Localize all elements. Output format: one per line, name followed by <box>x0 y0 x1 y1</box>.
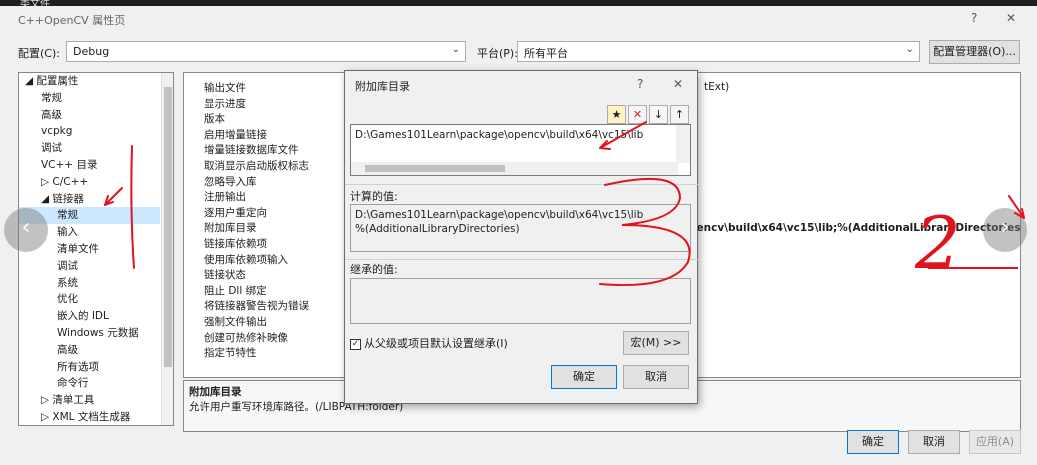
tree-item[interactable]: 所有选项 <box>19 359 160 376</box>
inherited-label: 继承的值: <box>350 263 398 276</box>
additional-library-dialog: 附加库目录 ? ✕ ★ ✕ ↓ ↑ D:\Games101Learn\packa… <box>344 70 699 404</box>
property-name: 忽略导入库 <box>204 175 257 188</box>
dialog-ok-button[interactable]: 确定 <box>551 365 617 389</box>
platform-dropdown[interactable]: 所有平台 ⌄ <box>517 41 920 62</box>
tree-item[interactable]: 系统 <box>19 275 160 292</box>
property-name: 逐用户重定向 <box>204 206 267 219</box>
list-horizontal-thumb[interactable] <box>365 165 505 172</box>
property-name: 将链接器警告视为错误 <box>204 300 309 313</box>
property-name: 显示进度 <box>204 97 246 110</box>
tree-item[interactable]: ▷ C/C++ <box>19 174 160 191</box>
directory-list[interactable]: D:\Games101Learn\package\opencv\build\x6… <box>350 124 691 176</box>
tree-item[interactable]: Windows 元数据 <box>19 325 160 342</box>
inherit-checkbox[interactable]: ✓ 从父级或项目默认设置继承(I) <box>350 335 508 351</box>
computed-line-2: %(AdditionalLibraryDirectories) <box>355 223 520 235</box>
computed-line-1: D:\Games101Learn\package\opencv\build\x6… <box>355 209 644 221</box>
platform-value: 所有平台 <box>524 47 568 60</box>
tree-item[interactable]: VC++ 目录 <box>19 157 160 174</box>
separator <box>345 184 699 185</box>
tree-item[interactable]: 优化 <box>19 291 160 308</box>
tree-item[interactable]: ◢ 配置属性 <box>19 73 160 90</box>
move-down-icon[interactable]: ↓ <box>649 105 668 124</box>
tree-item[interactable]: ◢ 链接器 <box>19 191 160 208</box>
tree-item[interactable]: ▷ XML 文档生成器 <box>19 409 160 425</box>
config-dropdown[interactable]: Debug ⌄ <box>66 41 466 62</box>
config-value: Debug <box>73 45 110 58</box>
tree-item[interactable]: 嵌入的 IDL <box>19 308 160 325</box>
property-name: 取消显示启动版权标志 <box>204 160 309 172</box>
previous-image-arrow-icon[interactable]: ‹ <box>4 208 48 252</box>
property-name: 增量链接数据库文件 <box>204 144 299 157</box>
window-title: C++OpenCV 属性页 <box>18 14 126 27</box>
tree-scrollbar[interactable] <box>161 73 173 425</box>
new-folder-icon[interactable]: ★ <box>607 105 626 124</box>
property-value[interactable]: pencv\build\x64\vc15\lib;%(AdditionalLib… <box>689 221 1020 237</box>
apply-button[interactable]: 应用(A) <box>969 430 1021 454</box>
move-up-icon[interactable]: ↑ <box>670 105 689 124</box>
tree-item[interactable]: 调试 <box>19 140 160 157</box>
tree-item[interactable]: 高级 <box>19 107 160 124</box>
property-name: 输出文件 <box>204 82 246 94</box>
config-manager-button[interactable]: 配置管理器(O)... <box>929 40 1020 64</box>
property-name: 附加库目录 <box>204 222 257 235</box>
category-tree[interactable]: ◢ 配置属性 常规 高级 vcpkg 调试 VC++ 目录 ▷ C/C++ ◢ 链接器 常规 输入… <box>18 72 174 426</box>
config-label: 配置(C): <box>18 47 60 60</box>
property-name: 强制文件输出 <box>204 316 267 328</box>
property-name: 阻止 Dll 绑定 <box>204 284 267 297</box>
delete-icon[interactable]: ✕ <box>628 105 647 124</box>
tree-item[interactable]: 常规 <box>19 90 160 107</box>
macro-button[interactable]: 宏(M) >> <box>623 331 689 355</box>
separator <box>345 259 699 260</box>
inherited-values-box <box>350 278 691 324</box>
property-name: 链接库依赖项 <box>204 238 267 250</box>
property-name: 指定节特性 <box>204 347 257 360</box>
close-button[interactable]: ✕ <box>1006 11 1016 25</box>
tree-scrollbar-thumb[interactable] <box>164 87 172 367</box>
tree-item[interactable]: 调试 <box>19 258 160 275</box>
first-row-value-tail: tExt) <box>704 81 730 93</box>
computed-label: 计算的值: <box>350 190 398 203</box>
chevron-down-icon: ⌄ <box>451 44 460 55</box>
inherit-checkbox-label: 从父级或项目默认设置继承(I) <box>364 337 508 350</box>
list-vertical-scrollbar[interactable] <box>676 125 690 163</box>
property-name: 启用增量链接 <box>204 128 267 141</box>
dialog-title: 附加库目录 <box>355 80 410 93</box>
dialog-help-button[interactable]: ? <box>637 77 643 91</box>
tree-item[interactable]: vcpkg <box>19 123 160 140</box>
tree-item[interactable]: 命令行 <box>19 375 160 392</box>
platform-label: 平台(P): <box>477 47 518 60</box>
list-horizontal-scrollbar[interactable] <box>351 162 678 175</box>
next-image-arrow-icon[interactable]: › <box>983 208 1027 252</box>
help-button[interactable]: ? <box>971 11 977 25</box>
cancel-button[interactable]: 取消 <box>908 430 960 454</box>
tree-item[interactable]: 高级 <box>19 342 160 359</box>
property-name: 使用库依赖项输入 <box>204 253 288 266</box>
ok-button[interactable]: 确定 <box>847 430 899 454</box>
property-name: 链接状态 <box>204 269 246 282</box>
chevron-down-icon: ⌄ <box>905 44 914 55</box>
dialog-close-button[interactable]: ✕ <box>673 77 683 91</box>
directory-entry[interactable]: D:\Games101Learn\package\opencv\build\x6… <box>355 129 643 141</box>
property-name: 注册输出 <box>204 191 246 204</box>
checkbox-check-icon[interactable]: ✓ <box>350 338 361 350</box>
property-name: 创建可热修补映像 <box>204 331 288 344</box>
computed-values-box: D:\Games101Learn\package\opencv\build\x6… <box>350 204 691 252</box>
dialog-cancel-button[interactable]: 取消 <box>623 365 689 389</box>
tree-item[interactable]: ▷ 清单工具 <box>19 392 160 409</box>
property-name: 版本 <box>204 113 225 126</box>
